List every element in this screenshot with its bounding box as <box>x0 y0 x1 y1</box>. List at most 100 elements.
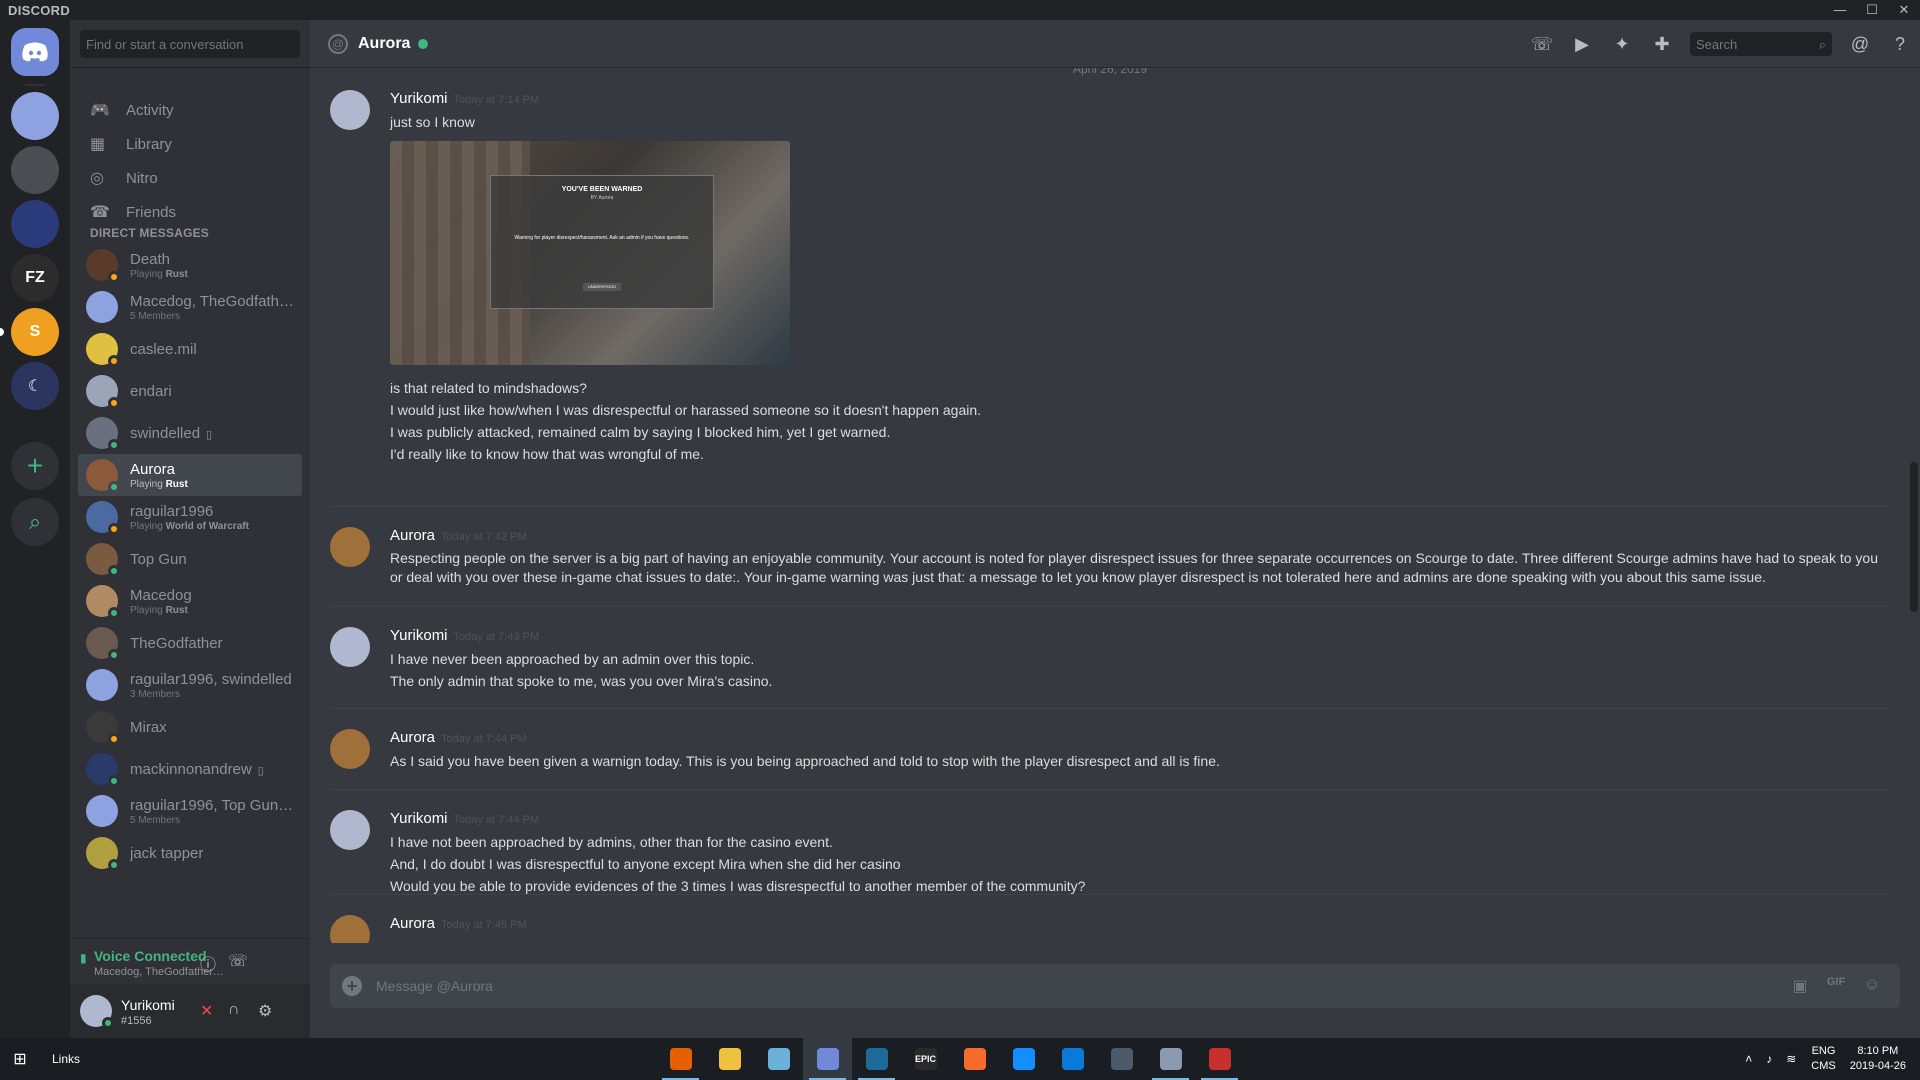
dm-item[interactable]: Macedog, TheGodfathe... 5 Members <box>78 286 302 328</box>
dm-item[interactable]: caslee.mil <box>78 328 302 370</box>
server-icon-server-s[interactable]: S <box>11 308 59 356</box>
voice-call-icon[interactable]: ☏ <box>1522 34 1562 55</box>
disconnect-icon[interactable]: ☏ <box>228 951 248 971</box>
user-tag: #1556 <box>121 1015 152 1027</box>
dm-item[interactable]: raguilar1996 Playing World of Warcraft <box>78 496 302 538</box>
gift-icon[interactable]: ▣ <box>1782 976 1818 996</box>
avatar <box>86 543 120 577</box>
close-button[interactable]: ✕ <box>1888 2 1920 18</box>
explore-servers-button[interactable]: ⌕ <box>11 498 59 546</box>
message-group: Aurora Today at 7:44 PM As I said you ha… <box>330 708 1890 769</box>
avatar[interactable] <box>330 810 370 850</box>
message-author[interactable]: Yurikomi <box>390 90 448 107</box>
avatar[interactable] <box>80 995 114 1029</box>
dm-search-input[interactable]: Find or start a conversation <box>80 30 300 58</box>
clock[interactable]: 8:10 PM 2019-04-26 <box>1850 1044 1906 1074</box>
avatar[interactable] <box>330 527 370 567</box>
minimize-button[interactable]: — <box>1824 2 1856 18</box>
dm-item[interactable]: raguilar1996, Top Gun, ... 5 Members <box>78 790 302 832</box>
dm-text: Mirax <box>130 719 167 736</box>
dm-item[interactable]: TheGodfather <box>78 622 302 664</box>
server-icon-server-night[interactable] <box>11 200 59 248</box>
taskbar-app-discord[interactable] <box>803 1038 852 1080</box>
emoji-icon[interactable]: ☺ <box>1854 976 1890 996</box>
dm-item[interactable]: Top Gun <box>78 538 302 580</box>
maximize-button[interactable]: ☐ <box>1856 2 1888 18</box>
video-call-icon[interactable]: ▶ <box>1562 34 1602 55</box>
message-input-container: + Message @Aurora ▣ GIF ☺ <box>330 964 1900 1008</box>
library-icon: ▦ <box>90 136 106 153</box>
avatar[interactable] <box>330 627 370 667</box>
headphones-icon[interactable]: ∩ <box>228 1001 240 1019</box>
taskbar-app-notes[interactable] <box>754 1038 803 1080</box>
message-author[interactable]: Yurikomi <box>390 627 448 644</box>
message-scrollbar[interactable] <box>1910 462 1918 612</box>
message-author[interactable]: Aurora <box>390 527 435 544</box>
voice-status-panel: ▮ Voice Connected Macedog, TheGodfather,… <box>70 938 310 984</box>
avatar <box>86 375 120 409</box>
add-server-button[interactable]: + <box>11 442 59 490</box>
taskbar-app-epic-games[interactable]: EPIC <box>901 1038 950 1080</box>
dm-item[interactable]: swindelled ▯ <box>78 412 302 454</box>
activity-prefix: Playing <box>130 604 166 616</box>
uplay-icon <box>1061 1048 1084 1070</box>
dm-activity: Playing World of Warcraft <box>130 521 249 532</box>
dm-name: Death <box>130 251 188 268</box>
search-input[interactable]: Search ⌕ <box>1690 32 1832 56</box>
dm-item[interactable]: Aurora Playing Rust <box>78 454 302 496</box>
taskbar-app-firefox[interactable] <box>656 1038 705 1080</box>
message-input[interactable]: Message @Aurora <box>376 978 493 994</box>
upload-plus-icon[interactable]: + <box>342 976 362 996</box>
dm-name-text: raguilar1996, Top Gun, ... <box>130 796 295 814</box>
dm-item[interactable]: Mirax <box>78 706 302 748</box>
links-toolbar[interactable]: Links <box>52 1052 80 1066</box>
message-author[interactable]: Yurikomi <box>390 810 448 827</box>
pin-icon[interactable]: ✦ <box>1602 34 1642 55</box>
windows-start-icon[interactable]: ⊞ <box>0 1049 40 1069</box>
taskbar-app-water-drop[interactable] <box>1097 1038 1146 1080</box>
dm-item[interactable]: raguilar1996, swindelled 3 Members <box>78 664 302 706</box>
taskbar-app-remote-desktop[interactable] <box>1146 1038 1195 1080</box>
server-icon-group-dm[interactable] <box>11 92 59 140</box>
volume-icon[interactable]: ♪ <box>1766 1052 1772 1066</box>
add-friend-icon[interactable]: ✚ <box>1642 34 1682 55</box>
taskbar-app-battle-net[interactable] <box>999 1038 1048 1080</box>
avatar[interactable] <box>330 915 370 943</box>
info-icon[interactable]: ⓘ <box>200 951 216 975</box>
mentions-icon[interactable]: @ <box>1840 34 1880 55</box>
dm-item[interactable]: jack tapper <box>78 832 302 874</box>
avatar <box>86 837 120 871</box>
language-indicator[interactable]: ENG CMS <box>1811 1044 1835 1074</box>
taskbar-app-uplay[interactable] <box>1048 1038 1097 1080</box>
message-line: I would just like how/when I was disresp… <box>390 402 982 418</box>
message-author[interactable]: Aurora <box>390 729 435 746</box>
app-title: DISCORD <box>8 2 71 18</box>
help-icon[interactable]: ? <box>1880 34 1920 55</box>
avatar[interactable] <box>330 90 370 130</box>
activity-prefix: 5 Members <box>130 814 181 826</box>
server-icon-server-fz[interactable]: FZ <box>11 254 59 302</box>
server-icon-server-moon[interactable]: ☾ <box>11 362 59 410</box>
dm-item[interactable]: mackinnonandrew ▯ <box>78 748 302 790</box>
taskbar-app-rust[interactable] <box>1195 1038 1244 1080</box>
dm-item[interactable]: endari <box>78 370 302 412</box>
server-icon-server-triangle[interactable] <box>11 146 59 194</box>
mute-microphone-icon[interactable]: ✕ <box>200 1001 213 1021</box>
dm-name: Aurora <box>130 461 188 478</box>
chevron-up-icon[interactable]: ˄ <box>1745 1052 1752 1066</box>
gear-icon[interactable]: ⚙ <box>258 1001 272 1021</box>
image-attachment[interactable]: YOU'VE BEEN WARNED BY Aurora Warning for… <box>390 141 790 365</box>
wifi-icon[interactable]: ≋ <box>1786 1052 1796 1066</box>
dm-activity: 5 Members <box>130 815 295 826</box>
voice-connected-label[interactable]: Voice Connected <box>94 948 207 964</box>
dm-item[interactable]: Macedog Playing Rust <box>78 580 302 622</box>
gif-icon[interactable]: GIF <box>1818 976 1854 996</box>
avatar[interactable] <box>330 729 370 769</box>
home-button[interactable] <box>11 28 59 76</box>
dm-item[interactable]: Death Playing Rust <box>78 244 302 286</box>
taskbar-app-file-explorer[interactable] <box>705 1038 754 1080</box>
taskbar-app-origin[interactable] <box>950 1038 999 1080</box>
dm-text: Top Gun <box>130 551 187 568</box>
taskbar-app-steam[interactable] <box>852 1038 901 1080</box>
message-author[interactable]: Aurora <box>390 915 435 932</box>
